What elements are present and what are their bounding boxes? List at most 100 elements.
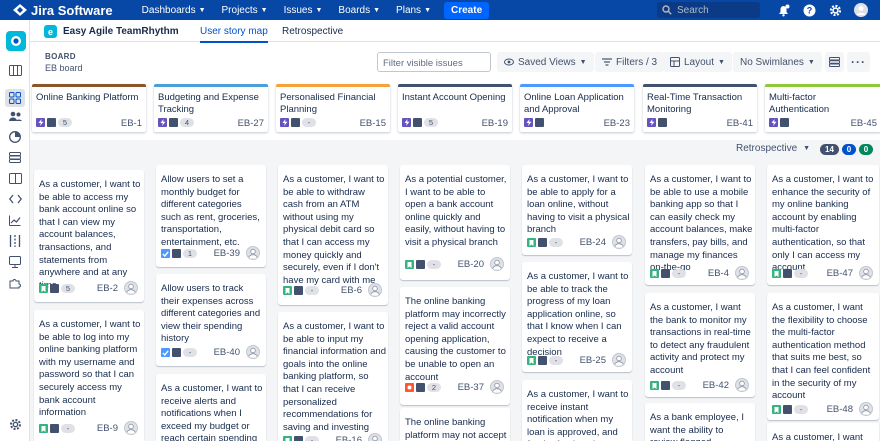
project-settings-icon[interactable]: [8, 417, 22, 431]
story-card[interactable]: As a bank employee, I want the ability t…: [645, 403, 755, 441]
story-card[interactable]: As a customer, I want to be able to log …: [34, 310, 144, 441]
story-card[interactable]: As a customer, I want to be able to with…: [278, 165, 388, 305]
layout-button[interactable]: Layout ▼: [663, 52, 732, 72]
nav-dashboards[interactable]: Dashboards ▼: [135, 2, 215, 19]
story-card[interactable]: As a potential customer, I want to be ab…: [400, 165, 510, 280]
story-card[interactable]: As a customer, I want the bank to monito…: [645, 293, 755, 397]
story-card[interactable]: As a customer, I want to enhance the sec…: [767, 165, 879, 285]
epic-key[interactable]: EB-15: [360, 118, 386, 129]
story-card[interactable]: As a customer, I want to receive alerts …: [156, 374, 266, 441]
story-card[interactable]: As a customer, I want: [767, 423, 879, 441]
assignee-avatar[interactable]: [859, 402, 873, 416]
epic-card[interactable]: Instant Account Opening 5 EB-19: [398, 84, 512, 132]
search-input[interactable]: Search: [657, 2, 760, 18]
story-card[interactable]: Allow users to track their expenses acro…: [156, 274, 266, 366]
team-icon[interactable]: [8, 109, 22, 123]
issue-key[interactable]: EB-6: [341, 285, 362, 296]
epic-key[interactable]: EB-23: [604, 118, 630, 129]
story-card[interactable]: As a customer, I want to be able to acce…: [34, 170, 144, 302]
tab-user-story-map[interactable]: User story map: [200, 26, 268, 43]
story-card[interactable]: As a customer, I want to be able to appl…: [522, 165, 632, 255]
nav-projects[interactable]: Projects ▼: [215, 2, 277, 19]
assignee-avatar[interactable]: [368, 433, 382, 441]
epic-key[interactable]: EB-45: [851, 118, 877, 129]
assignee-avatar[interactable]: [124, 281, 138, 295]
epic-card[interactable]: Multi-factor Authentication EB-45: [765, 84, 880, 132]
status-square: [535, 118, 544, 127]
releases-icon[interactable]: [8, 234, 22, 248]
issue-key[interactable]: EB-40: [214, 347, 240, 358]
pages-icon[interactable]: [8, 255, 22, 269]
epic-card[interactable]: Online Loan Application and Approval EB-2…: [520, 84, 634, 132]
assignee-avatar[interactable]: [246, 345, 260, 359]
settings-gear-icon[interactable]: [828, 3, 842, 17]
issue-key[interactable]: EB-42: [703, 380, 729, 391]
filters-button[interactable]: Filters / 3: [595, 52, 665, 72]
story-card[interactable]: As a customer, I want to receive instant…: [522, 380, 632, 441]
story-card[interactable]: As a customer, I want to be able to trac…: [522, 262, 632, 372]
chart-icon[interactable]: [8, 213, 22, 227]
assignee-avatar[interactable]: [612, 235, 626, 249]
backlog-icon[interactable]: [8, 150, 22, 164]
chevron-down-icon: ▼: [315, 6, 323, 14]
view-toggle-button[interactable]: [825, 52, 844, 72]
swimlanes-button[interactable]: No Swimlanes ▼: [733, 52, 822, 72]
issue-key[interactable]: EB-47: [827, 268, 853, 279]
epic-card[interactable]: Real-Time Transaction Monitoring EB-41: [643, 84, 757, 132]
epic-key[interactable]: EB-41: [727, 118, 753, 129]
saved-views-button[interactable]: Saved Views ▼: [497, 52, 594, 72]
epic-key[interactable]: EB-19: [482, 118, 508, 129]
issue-key[interactable]: EB-25: [580, 355, 606, 366]
issue-key[interactable]: EB-9: [97, 423, 118, 434]
epic-card[interactable]: Online Banking Platform 5 EB-1: [32, 84, 146, 132]
issue-key[interactable]: EB-24: [580, 237, 606, 248]
epic-card[interactable]: Personalised Financial Planning - EB-15: [276, 84, 390, 132]
nav-issues[interactable]: Issues ▼: [277, 2, 332, 19]
issue-key[interactable]: EB-4: [708, 268, 729, 279]
epic-card[interactable]: Budgeting and Expense Tracking 4 EB-27: [154, 84, 268, 132]
issue-key[interactable]: EB-2: [97, 283, 118, 294]
assignee-avatar[interactable]: [859, 266, 873, 280]
reports-icon[interactable]: [8, 130, 22, 144]
issue-key[interactable]: EB-37: [458, 382, 484, 393]
issue-key[interactable]: EB-39: [214, 248, 240, 259]
nav-plans[interactable]: Plans ▼: [389, 2, 440, 19]
assignee-avatar[interactable]: [490, 380, 504, 394]
assignee-avatar[interactable]: [124, 421, 138, 435]
columns-icon[interactable]: [8, 171, 22, 185]
issue-key[interactable]: EB-20: [458, 259, 484, 270]
jira-logo[interactable]: Jira Software: [13, 3, 113, 18]
assignee-avatar[interactable]: [490, 257, 504, 271]
roadmap-icon[interactable]: [8, 63, 22, 77]
child-count-badge: 4: [180, 118, 194, 127]
user-avatar[interactable]: [854, 3, 868, 17]
notifications-icon[interactable]: [776, 3, 790, 17]
tab-retrospective[interactable]: Retrospective: [282, 26, 343, 37]
release-selector[interactable]: Retrospective ▼: [736, 143, 810, 154]
story-card[interactable]: As a customer, I want the flexibility to…: [767, 293, 879, 420]
board-icon[interactable]: [5, 89, 25, 107]
assignee-avatar[interactable]: [246, 246, 260, 260]
assignee-avatar[interactable]: [612, 353, 626, 367]
create-button[interactable]: Create: [444, 1, 490, 19]
subtask-count-badge: 1: [183, 249, 197, 258]
filter-input[interactable]: Filter visible issues: [377, 52, 491, 72]
code-icon[interactable]: [8, 192, 22, 206]
epic-key[interactable]: EB-1: [121, 118, 142, 129]
assignee-avatar[interactable]: [368, 283, 382, 297]
add-ons-icon[interactable]: [8, 276, 22, 290]
help-icon[interactable]: ?: [802, 3, 816, 17]
issue-key[interactable]: EB-48: [827, 404, 853, 415]
story-card[interactable]: Allow users to set a monthly budget for …: [156, 165, 266, 267]
assignee-avatar[interactable]: [735, 266, 749, 280]
story-card[interactable]: The online banking platform may incorrec…: [400, 287, 510, 405]
project-avatar[interactable]: [6, 31, 26, 51]
assignee-avatar[interactable]: [735, 378, 749, 392]
epic-key[interactable]: EB-27: [238, 118, 264, 129]
issue-key[interactable]: EB-16: [336, 435, 362, 441]
more-actions-button[interactable]: ···: [847, 52, 870, 72]
nav-boards[interactable]: Boards ▼: [331, 2, 389, 19]
story-card[interactable]: As a customer, I want to be able to inpu…: [278, 312, 388, 441]
story-card[interactable]: As a customer, I want to be able to use …: [645, 165, 755, 285]
story-card[interactable]: The online banking platform may not acce…: [400, 408, 510, 441]
